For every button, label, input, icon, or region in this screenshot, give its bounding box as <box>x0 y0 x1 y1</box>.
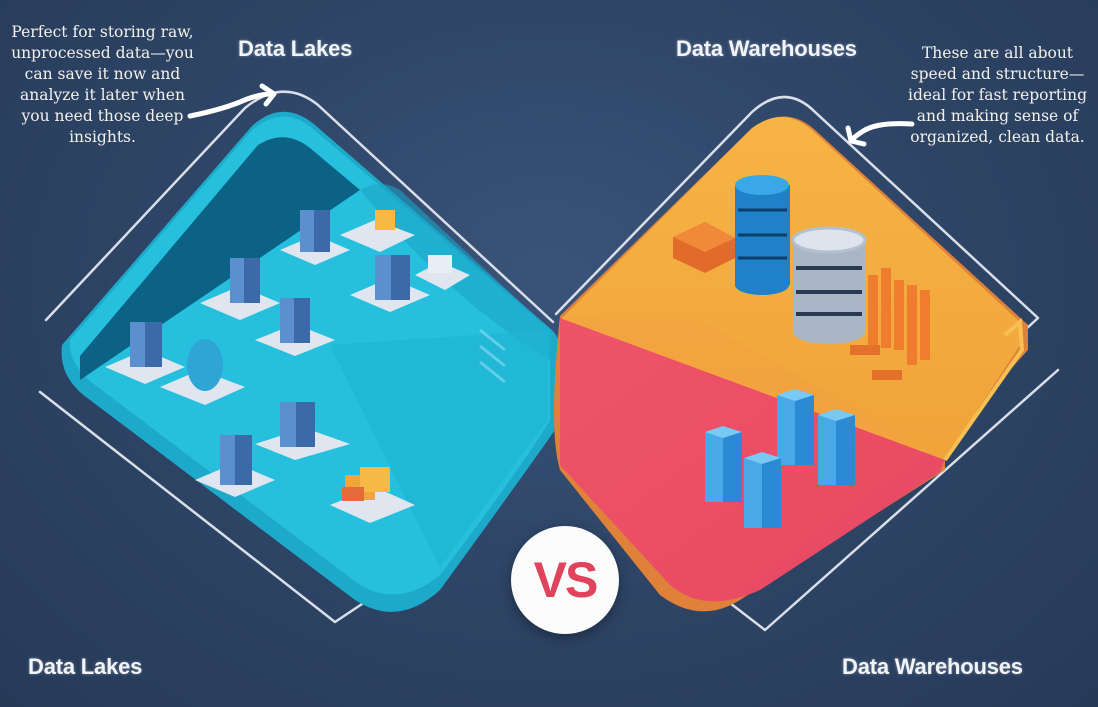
vs-badge: VS <box>511 526 619 634</box>
comparison-infographic: Data Lakes Data Warehouses Data Lakes Da… <box>0 0 1098 707</box>
data-lakes-heading: Data Lakes <box>238 36 353 61</box>
data-warehouses-annotation: These are all about speed and structure—… <box>907 44 1087 146</box>
blue-database-cylinder-icon <box>735 175 790 295</box>
vs-label: VS <box>533 552 599 608</box>
gray-database-cylinder-icon <box>791 226 867 344</box>
data-warehouse-diamond <box>554 116 1028 612</box>
left-annotation-arrow-icon <box>187 83 277 119</box>
data-warehouses-footer-label: Data Warehouses <box>842 654 1023 679</box>
data-lakes-footer-label: Data Lakes <box>28 654 143 679</box>
data-warehouses-heading: Data Warehouses <box>676 36 857 61</box>
right-annotation-arrow-icon <box>845 121 915 147</box>
data-lakes-annotation: Perfect for storing raw, unprocessed dat… <box>11 23 194 146</box>
